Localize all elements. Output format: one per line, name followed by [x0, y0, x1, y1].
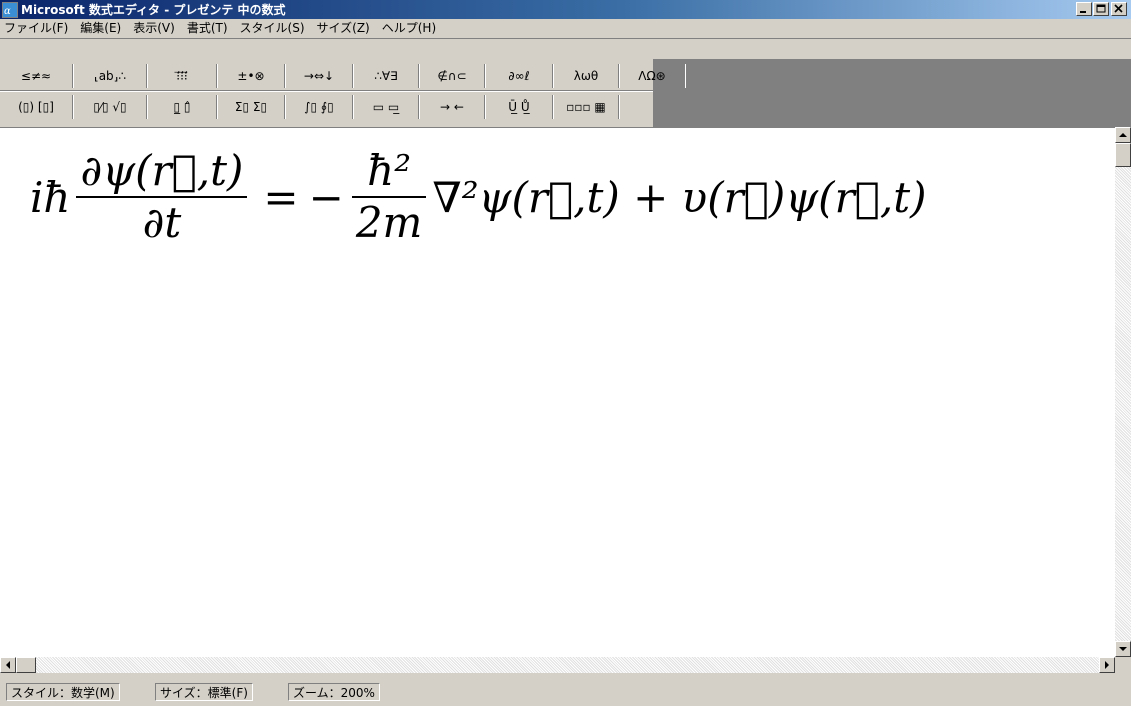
rhs-numerator: ħ²	[367, 146, 412, 195]
template-palette-row: (▯) [▯] ▯⁄▯ √▯ ▯̲ ▯̂ Σ▯ Σ▯ ∫▯ ∮▯ ▭ ▭̲ → …	[0, 93, 620, 121]
title-bar: α Microsoft 数式エディタ - プレゼンテ 中の数式	[0, 0, 1131, 19]
status-size: サイズ：標準(F)	[155, 683, 253, 701]
relational-symbols-button[interactable]: ≤≠≈	[0, 64, 73, 88]
spaces-ellipses-button[interactable]: ⸤ab⸥∴	[74, 64, 147, 88]
equation-document[interactable]: iħ ∂ψ(r⃗,t) ∂t = − ħ² 2m ∇²ψ(r⃗,t) + υ(r…	[0, 127, 1131, 657]
lhs-prefix: iħ	[30, 172, 71, 222]
menu-bar: ファイル(F) 編集(E) 表示(V) 書式(T) スタイル(S) サイズ(Z)…	[0, 19, 1131, 39]
misc-symbols-button[interactable]: ∂∞ℓ	[486, 64, 553, 88]
logical-symbols-button[interactable]: ∴∀∃	[354, 64, 419, 88]
scroll-up-button[interactable]	[1115, 127, 1131, 143]
menu-view[interactable]: 表示(V)	[127, 20, 181, 37]
equals-sign: =	[263, 172, 299, 222]
underbar-overbar-templates-button[interactable]: ▭ ▭̲	[354, 95, 419, 119]
window-title: Microsoft 数式エディタ - プレゼンテ 中の数式	[21, 3, 286, 17]
menu-style[interactable]: スタイル(S)	[234, 20, 311, 37]
menu-edit[interactable]: 編集(E)	[74, 20, 127, 37]
status-style: スタイル：数学(M)	[6, 683, 120, 701]
lhs-numerator: ∂ψ(r⃗,t)	[80, 146, 244, 195]
operator-symbols-button[interactable]: ±•⊗	[218, 64, 285, 88]
schrodinger-equation[interactable]: iħ ∂ψ(r⃗,t) ∂t = − ħ² 2m ∇²ψ(r⃗,t) + υ(r…	[30, 146, 926, 248]
minimize-icon	[1080, 11, 1086, 13]
scroll-down-button[interactable]	[1115, 641, 1131, 657]
menu-file[interactable]: ファイル(F)	[0, 20, 74, 37]
greek-uppercase-button[interactable]: ΛΩ⊛	[620, 64, 685, 88]
rhs-denominator: 2m	[355, 198, 423, 247]
symbol-template-palette: ≤≠≈ ⸤ab⸥∴ ⁝⃗⁝⃗⁝⃗ ±•⊗ →⇔↓ ∴∀∃ ∉∩⊂ ∂∞ℓ λωθ…	[0, 59, 685, 127]
arrow-up-icon	[1119, 133, 1127, 137]
symbol-palette-row: ≤≠≈ ⸤ab⸥∴ ⁝⃗⁝⃗⁝⃗ ±•⊗ →⇔↓ ∴∀∃ ∉∩⊂ ∂∞ℓ λωθ…	[0, 62, 686, 90]
menu-size[interactable]: サイズ(Z)	[311, 20, 376, 37]
maximize-icon	[1096, 4, 1106, 13]
arrow-symbols-button[interactable]: →⇔↓	[286, 64, 353, 88]
scroll-right-button[interactable]	[1099, 657, 1115, 673]
menu-format[interactable]: 書式(T)	[181, 20, 234, 37]
product-set-templates-button[interactable]: Ū̲ Ů̲	[486, 95, 553, 119]
menu-help[interactable]: ヘルプ(H)	[376, 20, 442, 37]
embellishments-button[interactable]: ⁝⃗⁝⃗⁝⃗	[148, 64, 217, 88]
matrix-templates-button[interactable]: ▫▫▫ ▦	[554, 95, 619, 119]
labeled-arrow-templates-button[interactable]: → ←	[420, 95, 485, 119]
equation-editor-icon[interactable]: α	[2, 1, 18, 18]
horizontal-scrollbar[interactable]	[0, 657, 1115, 673]
set-theory-symbols-button[interactable]: ∉∩⊂	[420, 64, 485, 88]
subscript-superscript-templates-button[interactable]: ▯̲ ▯̂	[148, 95, 217, 119]
toolbar-area: ≤≠≈ ⸤ab⸥∴ ⁝⃗⁝⃗⁝⃗ ±•⊗ →⇔↓ ∴∀∃ ∉∩⊂ ∂∞ℓ λωθ…	[0, 59, 1131, 127]
maximize-button[interactable]	[1093, 2, 1109, 16]
vertical-scroll-thumb[interactable]	[1115, 143, 1131, 167]
integral-templates-button[interactable]: ∫▯ ∮▯	[286, 95, 353, 119]
close-icon	[1114, 4, 1123, 13]
arrow-down-icon	[1119, 647, 1127, 651]
lhs-denominator: ∂t	[142, 198, 182, 247]
rhs-tail: ∇²ψ(r⃗,t) + υ(r⃗)ψ(r⃗,t)	[432, 172, 927, 222]
size-grip[interactable]	[1115, 657, 1131, 673]
scroll-left-button[interactable]	[0, 657, 16, 673]
horizontal-scroll-thumb[interactable]	[16, 657, 36, 673]
arrow-left-icon	[6, 661, 10, 669]
vertical-scrollbar[interactable]	[1115, 127, 1131, 657]
greek-lowercase-button[interactable]: λωθ	[554, 64, 619, 88]
summation-templates-button[interactable]: Σ▯ Σ▯	[218, 95, 285, 119]
minimize-button[interactable]	[1076, 2, 1092, 16]
fraction-radical-templates-button[interactable]: ▯⁄▯ √▯	[74, 95, 147, 119]
status-bar: スタイル：数学(M) サイズ：標準(F) ズーム：200%	[0, 675, 1131, 706]
fence-templates-button[interactable]: (▯) [▯]	[0, 95, 73, 119]
close-button[interactable]	[1111, 2, 1127, 16]
svg-text:α: α	[4, 6, 11, 17]
rhs-fraction: ħ² 2m	[351, 146, 427, 248]
lhs-fraction: ∂ψ(r⃗,t) ∂t	[76, 146, 248, 248]
arrow-right-icon	[1105, 661, 1109, 669]
status-zoom: ズーム：200%	[288, 683, 380, 701]
minus-sign: −	[308, 172, 344, 222]
